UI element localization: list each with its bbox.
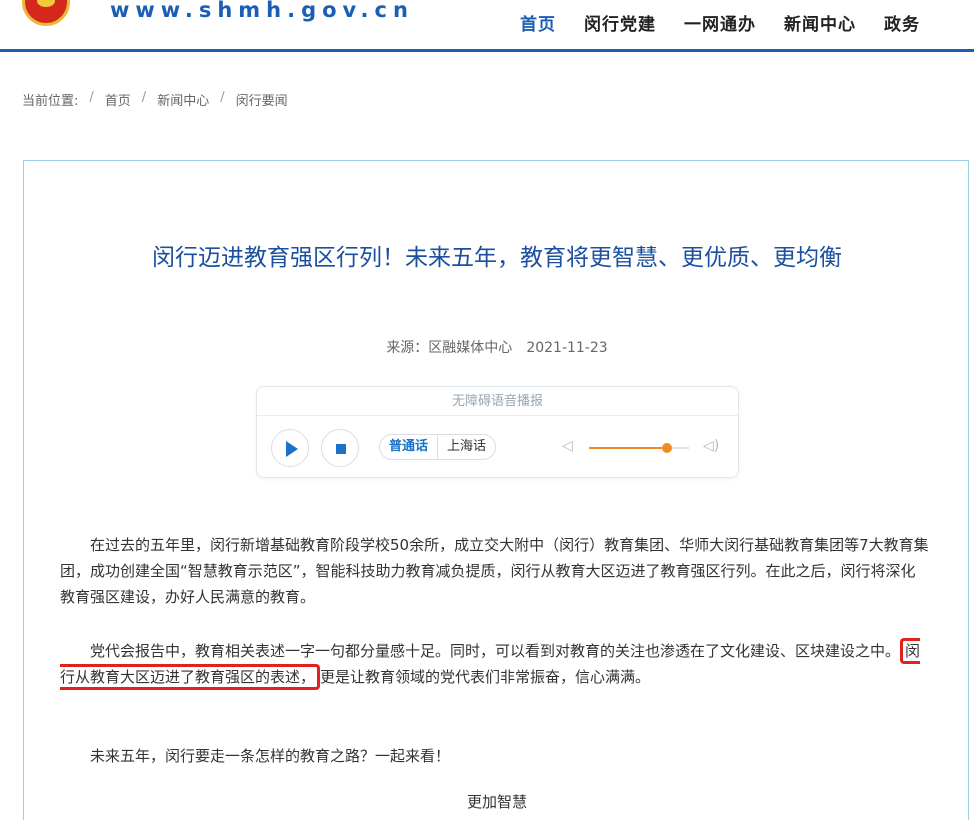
breadcrumb-home[interactable]: 首页 xyxy=(105,90,131,109)
language-toggle: 普通话 上海话 xyxy=(379,434,497,460)
breadcrumb: 当前位置: / 首页 / 新闻中心 / 闵行要闻 xyxy=(22,90,288,109)
section-subheading: 更加智慧 xyxy=(466,793,527,811)
main-nav: 首页 闵行党建 一网通办 新闻中心 政务 xyxy=(520,10,948,35)
audio-player-title: 无障碍语音播报 xyxy=(257,387,738,416)
lang-shanghainese-button[interactable]: 上海话 xyxy=(438,435,495,459)
nav-item-party-building[interactable]: 闵行党建 xyxy=(584,10,656,35)
emblem-logo[interactable] xyxy=(22,0,70,26)
article-date: 2021-11-23 xyxy=(526,340,608,356)
volume-low-icon: ◁ xyxy=(562,438,573,454)
stop-icon xyxy=(336,444,346,454)
article-paragraph-1: 在过去的五年里，闵行新增基础教育阶段学校50余所，成立交大附中（闵行）教育集团、… xyxy=(60,536,929,606)
site-url[interactable]: www.shmh.gov.cn xyxy=(110,0,414,22)
site-header: www.shmh.gov.cn 首页 闵行党建 一网通办 新闻中心 政务 xyxy=(0,0,974,52)
lang-mandarin-button[interactable]: 普通话 xyxy=(380,435,439,459)
paragraph-2-text-before: 党代会报告中，教育相关表述一字一句都分量感十足。同时，可以看到对教育的关注也渗透… xyxy=(90,642,901,660)
paragraph-2-text-after: 更是让教育领域的党代表们非常振奋，信心满满。 xyxy=(320,668,651,686)
breadcrumb-news-center[interactable]: 新闻中心 xyxy=(157,90,209,109)
play-button[interactable] xyxy=(271,429,309,467)
nav-item-government-affairs[interactable]: 政务 xyxy=(884,10,920,35)
nav-item-home[interactable]: 首页 xyxy=(520,10,556,35)
breadcrumb-separator: / xyxy=(141,90,147,105)
nav-item-one-stop-service[interactable]: 一网通办 xyxy=(684,10,756,35)
play-icon xyxy=(286,441,298,457)
volume-slider[interactable] xyxy=(589,443,689,453)
breadcrumb-minhang-news[interactable]: 闵行要闻 xyxy=(236,90,288,109)
article-paragraph-2: 党代会报告中，教育相关表述一字一句都分量感十足。同时，可以看到对教育的关注也渗透… xyxy=(60,638,930,690)
article-card: 闵行迈进教育强区行列！未来五年，教育将更智慧、更优质、更均衡 来源：区融媒体中心… xyxy=(23,160,969,820)
volume-slider-fill xyxy=(589,447,667,449)
article-source: 来源：区融媒体中心 xyxy=(386,340,513,356)
stop-button[interactable] xyxy=(321,429,359,467)
breadcrumb-separator: / xyxy=(89,90,94,105)
article-title: 闵行迈进教育强区行列！未来五年，教育将更智慧、更优质、更均衡 xyxy=(152,245,842,271)
nav-item-news-center[interactable]: 新闻中心 xyxy=(784,10,856,35)
volume-high-icon: ◁) xyxy=(703,438,720,454)
breadcrumb-separator: / xyxy=(220,90,225,105)
audio-player: 无障碍语音播报 普通话 上海话 ◁ ◁) xyxy=(256,386,739,478)
volume-slider-knob[interactable] xyxy=(662,443,672,453)
emblem-star-icon xyxy=(37,0,55,7)
article-meta: 来源：区融媒体中心 2021-11-23 xyxy=(24,337,970,357)
breadcrumb-label: 当前位置: xyxy=(22,94,79,109)
article-paragraph-3: 未来五年，闵行要走一条怎样的教育之路？一起来看！ xyxy=(90,747,451,765)
